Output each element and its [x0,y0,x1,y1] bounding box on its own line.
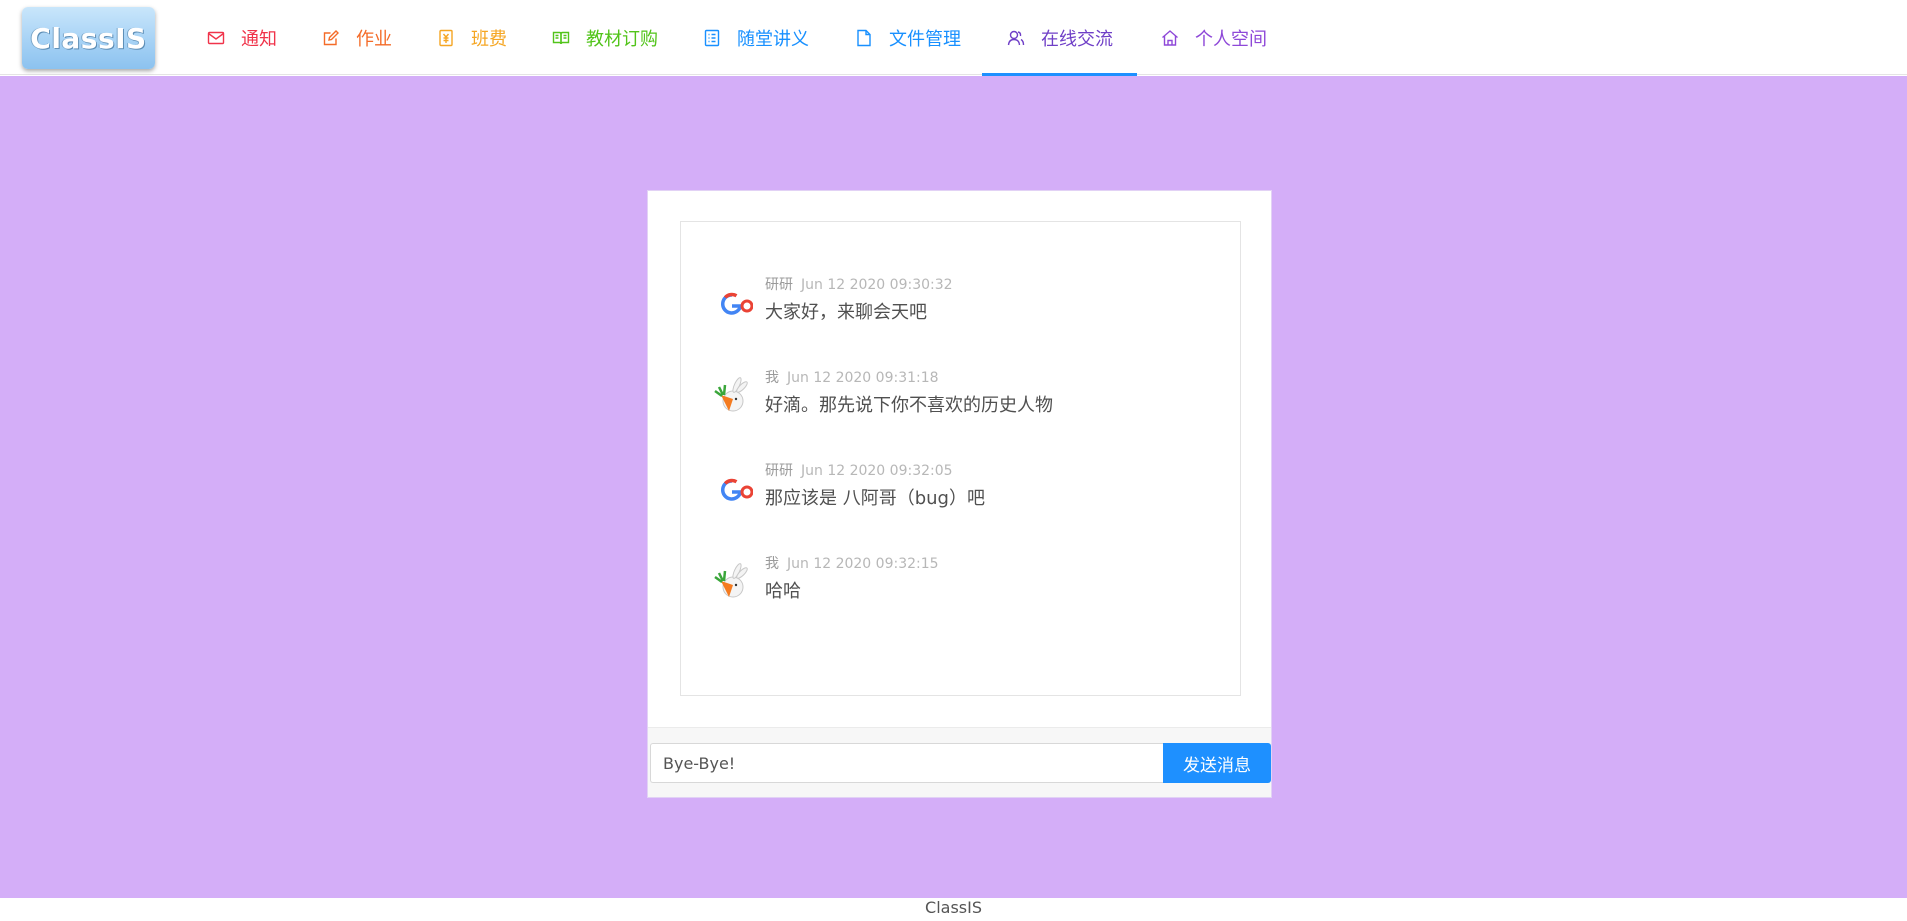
main-content: 研研 Jun 12 2020 09:30:32 大家好，来聊会天吧 我 Jun 12… [0,76,1907,898]
users-icon [1007,30,1025,45]
nav-item-notice[interactable]: 通知 [207,0,277,75]
nav-item-textbook[interactable]: 教材订购 [552,0,658,75]
message-item: 研研 Jun 12 2020 09:30:32 大家好，来聊会天吧 [711,274,1211,334]
nav-label: 在线交流 [1041,28,1113,50]
message-time: Jun 12 2020 09:30:32 [801,277,953,293]
message-item: 研研 Jun 12 2020 09:32:05 那应该是 八阿哥（bug）吧 [711,460,1211,520]
nav-item-file-management[interactable]: 文件管理 [855,0,961,75]
sender-name: 研研 [765,277,793,293]
top-nav-bar: ClassIS 通知 作业 班费 教材订购 随堂讲义 文件管理 在线交流 个人空… [0,0,1907,76]
mail-icon [207,31,225,44]
nav-item-lecture-notes[interactable]: 随堂讲义 [703,0,809,75]
nav-label: 文件管理 [889,28,961,50]
nav-item-personal-space[interactable]: 个人空间 [1161,0,1267,75]
list-icon [704,29,720,46]
nav-label: 班费 [471,28,507,50]
footer-text: ClassIS [925,898,982,917]
message-text: 那应该是 八阿哥（bug）吧 [765,488,985,509]
message-meta: 我 Jun 12 2020 09:32:15 [765,553,939,573]
message-list[interactable]: 研研 Jun 12 2020 09:30:32 大家好，来聊会天吧 我 Jun 12… [680,221,1241,696]
nav-label: 个人空间 [1195,28,1267,50]
nav-label: 通知 [241,28,277,50]
message-time: Jun 12 2020 09:32:05 [801,463,953,479]
nav-label: 作业 [356,28,392,50]
message-time: Jun 12 2020 09:32:15 [787,556,939,572]
nav-item-online-chat[interactable]: 在线交流 [982,0,1137,76]
message-time: Jun 12 2020 09:31:18 [787,370,939,386]
book-icon [552,31,570,44]
message-meta: 研研 Jun 12 2020 09:30:32 [765,274,953,294]
message-text: 哈哈 [765,581,801,602]
message-input[interactable] [650,743,1163,783]
nav-label: 随堂讲义 [737,28,809,50]
message-input-bar: 发送消息 [648,728,1271,797]
google-logo-avatar [720,478,753,501]
money-icon [439,29,453,46]
chat-panel: 研研 Jun 12 2020 09:30:32 大家好，来聊会天吧 我 Jun 12… [647,190,1272,798]
sender-name: 研研 [765,463,793,479]
message-text: 好滴。那先说下你不喜欢的历史人物 [765,395,1053,416]
rabbit-avatar [714,563,748,598]
edit-icon [323,29,339,45]
rabbit-avatar [714,377,748,412]
google-logo-avatar [720,292,753,315]
message-item: 我 Jun 12 2020 09:31:18 好滴。那先说下你不喜欢的历史人物 [711,367,1211,427]
nav-item-homework[interactable]: 作业 [322,0,392,75]
footer: ClassIS [0,898,1907,921]
file-icon [857,29,871,46]
sender-name: 我 [765,556,779,572]
message-meta: 我 Jun 12 2020 09:31:18 [765,367,939,387]
home-icon [1162,29,1178,46]
send-message-button[interactable]: 发送消息 [1163,743,1271,783]
message-text: 大家好，来聊会天吧 [765,302,927,323]
message-item: 我 Jun 12 2020 09:32:15 哈哈 [711,553,1211,613]
app-logo[interactable]: ClassIS [22,7,155,69]
nav-label: 教材订购 [586,28,658,50]
logo-text: ClassIS [30,21,147,55]
sender-name: 我 [765,370,779,386]
message-meta: 研研 Jun 12 2020 09:32:05 [765,460,953,480]
nav-item-class-fee[interactable]: 班费 [437,0,507,75]
